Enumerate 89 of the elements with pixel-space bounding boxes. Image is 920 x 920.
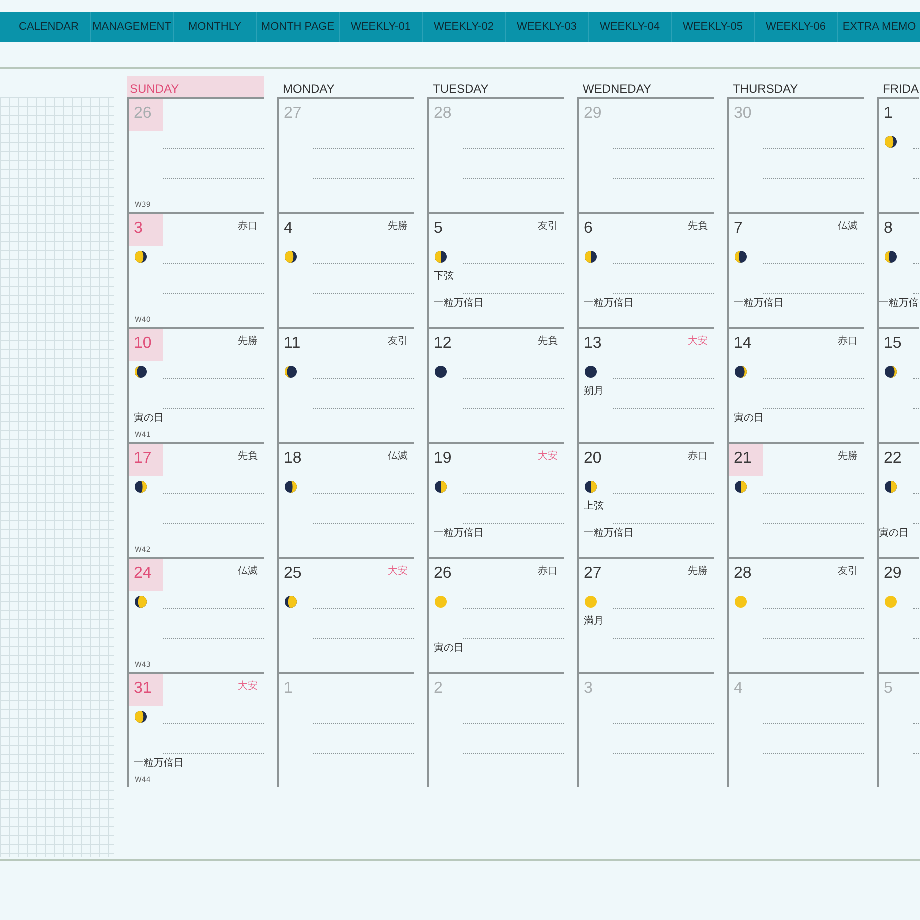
rokuyo-label: 先勝 bbox=[838, 450, 859, 463]
day-number: 26 bbox=[129, 99, 163, 131]
day-note: 一粒万倍日 bbox=[134, 758, 184, 770]
day-number: 15 bbox=[883, 334, 903, 354]
rokuyo-label: 先勝 bbox=[388, 220, 409, 233]
day-number: 30 bbox=[733, 104, 753, 124]
day-note: 寅の日 bbox=[879, 528, 909, 540]
weekday-header: THURSDAY bbox=[732, 81, 800, 97]
day-number: 25 bbox=[283, 564, 303, 584]
rokuyo-label: 友引 bbox=[538, 220, 559, 233]
day-number: 5 bbox=[433, 219, 444, 239]
day-note: 寅の日 bbox=[134, 413, 164, 425]
day-note: 一粒万倍日 bbox=[434, 298, 484, 310]
day-number: 19 bbox=[433, 449, 453, 469]
nav-tab[interactable]: MANAGEMENT bbox=[91, 12, 174, 42]
day-number: 1 bbox=[883, 104, 894, 124]
day-number: 1 bbox=[283, 679, 294, 699]
day-number: 17 bbox=[129, 444, 163, 476]
nav-tab[interactable]: WEEKLY-04 bbox=[589, 12, 672, 42]
day-number: 29 bbox=[883, 564, 903, 584]
rokuyo-label: 大安 bbox=[388, 564, 409, 578]
day-number: 14 bbox=[733, 334, 753, 354]
day-number: 4 bbox=[733, 679, 744, 699]
day-number: 10 bbox=[129, 329, 163, 361]
weekday-header: SUNDAY bbox=[127, 76, 264, 97]
day-number: 13 bbox=[583, 334, 603, 354]
day-number: 24 bbox=[129, 559, 163, 591]
day-number: 29 bbox=[583, 104, 603, 124]
rokuyo-label: 仏滅 bbox=[838, 220, 859, 233]
day-number: 26 bbox=[433, 564, 453, 584]
day-number: 12 bbox=[433, 334, 453, 354]
day-note: 寅の日 bbox=[434, 643, 464, 655]
rokuyo-label: 先負 bbox=[538, 334, 559, 348]
weekday-header: WEDNEDAY bbox=[582, 81, 652, 97]
day-note: 一粒万倍日 bbox=[584, 528, 634, 540]
day-number: 3 bbox=[129, 214, 163, 246]
moon-phase-note: 下弦 bbox=[434, 271, 454, 282]
rokuyo-label: 仏滅 bbox=[238, 564, 259, 578]
day-note: 寅の日 bbox=[734, 413, 764, 425]
nav-tab[interactable]: WEEKLY-06 bbox=[755, 12, 838, 42]
rokuyo-label: 仏滅 bbox=[388, 450, 409, 463]
weekday-header: TUESDAY bbox=[432, 81, 490, 97]
weekday-header: FRIDA bbox=[882, 81, 919, 97]
day-number: 18 bbox=[283, 449, 303, 469]
day-note: 一粒万倍日 bbox=[584, 298, 634, 310]
nav-tab[interactable]: CALENDAR bbox=[8, 12, 91, 42]
rokuyo-label: 友引 bbox=[838, 565, 859, 578]
moon-phase-note: 上弦 bbox=[584, 501, 604, 512]
day-number: 21 bbox=[729, 444, 763, 476]
rokuyo-label: 先負 bbox=[238, 450, 259, 463]
day-number: 6 bbox=[583, 219, 594, 239]
rokuyo-label: 大安 bbox=[688, 334, 709, 348]
day-number: 3 bbox=[583, 679, 594, 699]
day-number: 8 bbox=[883, 219, 894, 239]
day-number: 27 bbox=[283, 104, 303, 124]
day-number: 28 bbox=[733, 564, 753, 584]
rokuyo-label: 赤口 bbox=[538, 564, 559, 578]
nav-tab[interactable]: WEEKLY-02 bbox=[423, 12, 506, 42]
nav-tab[interactable]: WEEKLY-05 bbox=[672, 12, 755, 42]
rokuyo-label: 先勝 bbox=[238, 334, 259, 348]
day-number: 28 bbox=[433, 104, 453, 124]
nav-tab[interactable]: WEEKLY-03 bbox=[506, 12, 589, 42]
rokuyo-label: 赤口 bbox=[238, 220, 259, 233]
rokuyo-label: 赤口 bbox=[838, 334, 859, 348]
day-number: 11 bbox=[283, 334, 302, 354]
moon-phase-note: 満月 bbox=[584, 616, 604, 627]
weekday-header: MONDAY bbox=[282, 81, 336, 97]
day-number: 7 bbox=[733, 219, 744, 239]
day-number: 22 bbox=[883, 449, 903, 469]
day-number: 27 bbox=[583, 564, 603, 584]
nav-tab[interactable]: MONTHLY bbox=[174, 12, 257, 42]
rokuyo-label: 友引 bbox=[388, 335, 409, 348]
day-number: 4 bbox=[283, 219, 294, 239]
day-note: 一粒万倍日 bbox=[434, 528, 484, 540]
nav-tab[interactable]: EXTRA MEMO bbox=[838, 12, 920, 42]
rokuyo-label: 先負 bbox=[688, 220, 709, 233]
nav-tab[interactable]: MONTH PAGE bbox=[257, 12, 340, 42]
day-number: 20 bbox=[583, 449, 603, 469]
day-number: 2 bbox=[433, 679, 444, 699]
moon-phase-note: 朔月 bbox=[584, 386, 604, 397]
rokuyo-label: 大安 bbox=[538, 450, 559, 463]
rokuyo-label: 先勝 bbox=[688, 564, 709, 578]
rokuyo-label: 赤口 bbox=[688, 450, 709, 463]
day-note: 一粒万倍日 bbox=[734, 298, 784, 310]
rokuyo-label: 大安 bbox=[238, 680, 259, 693]
day-number: 5 bbox=[883, 679, 894, 699]
nav-tab[interactable]: WEEKLY-01 bbox=[340, 12, 423, 42]
day-number: 31 bbox=[129, 674, 163, 706]
day-note: 一粒万倍 bbox=[879, 298, 919, 310]
